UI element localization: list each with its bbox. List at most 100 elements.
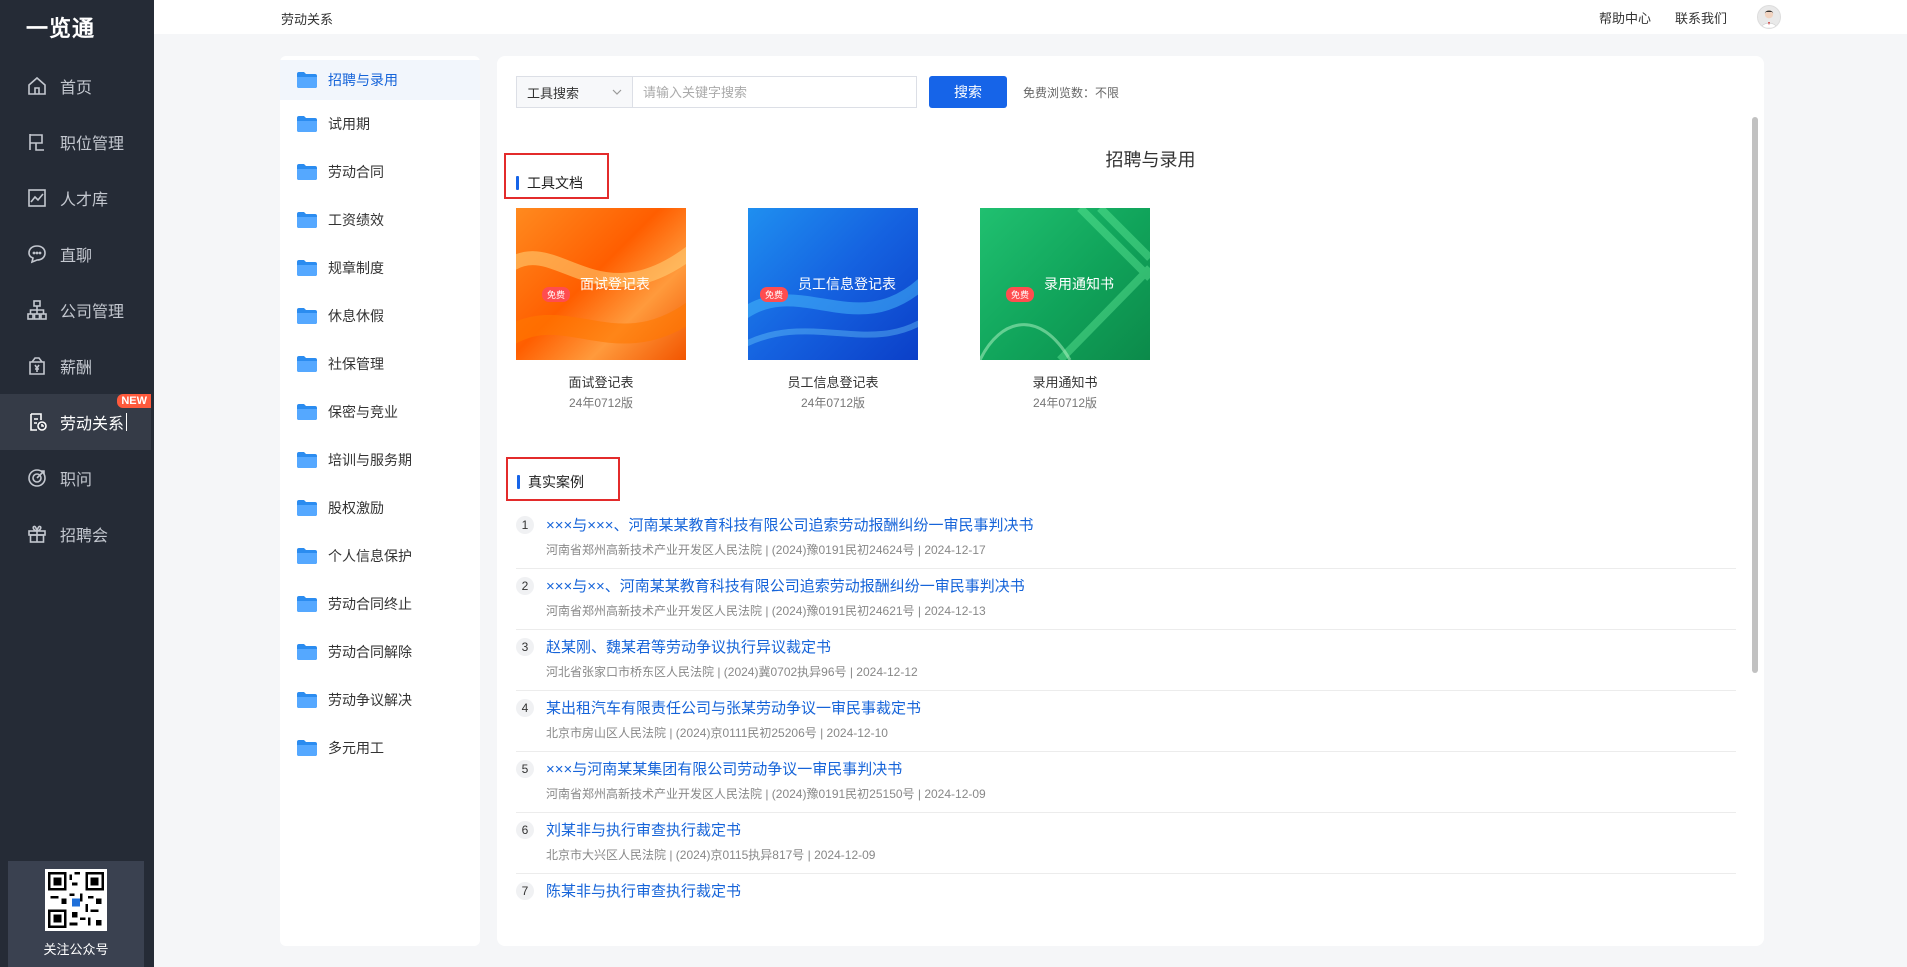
search-type-select[interactable]: 工具搜索 [516, 76, 632, 108]
thumb-text: 员工信息登记表 [798, 276, 896, 292]
search-row: 工具搜索 搜索 免费浏览数：不限 [516, 76, 1119, 108]
tool-card-employee-info-form[interactable]: 免费 员工信息登记表 员工信息登记表 24年0712版 [748, 208, 918, 411]
nav-list: 首页 职位管理 人才库 直聊 公司管理 薪酬 劳动关系 NEW 职问 招聘会 [0, 58, 154, 562]
free-browse-note: 免费浏览数：不限 [1023, 85, 1120, 100]
case-title-link[interactable]: 陈某非与执行审查执行裁定书 [546, 880, 741, 901]
nav-label: 职位管理 [60, 136, 125, 153]
contact-us-link[interactable]: 联系我们 [1675, 8, 1727, 27]
free-tag: 免费 [541, 286, 570, 302]
category-item[interactable]: 保密与竞业 [280, 388, 480, 436]
nav-item-salary[interactable]: 薪酬 [0, 338, 154, 394]
case-row: 5 ×××与河南某某集团有限公司劳动争议一审民事判决书 河南省郑州高新技术产业开发区… [516, 752, 1736, 813]
category-item[interactable]: 招聘与录用 [280, 60, 480, 100]
category-item[interactable]: 股权激励 [280, 484, 480, 532]
case-title-link[interactable]: 赵某刚、魏某君等劳动争议执行异议裁定书 [546, 636, 831, 657]
folder-icon [297, 164, 317, 180]
nav-item-labor-relations[interactable]: 劳动关系 NEW [0, 394, 151, 450]
new-badge: NEW [117, 394, 151, 408]
category-item[interactable]: 多元用工 [280, 724, 480, 772]
case-row: 4 某出租汽车有限责任公司与张某劳动争议一审民事裁定书北京市房山区人民法院 | (… [516, 691, 1736, 752]
tool-card-offer-letter[interactable]: 免费 录用通知书 录用通知书 24年0712版 [980, 208, 1150, 411]
case-number: 2 [516, 577, 534, 595]
nav-label: 招聘会 [60, 528, 109, 545]
breadcrumb: 劳动关系 [281, 12, 334, 27]
nav-item-talent[interactable]: 人才库 [0, 170, 154, 226]
nav-item-jobs[interactable]: 职位管理 [0, 114, 154, 170]
category-item[interactable]: 劳动合同解除 [280, 628, 480, 676]
case-row: 7 陈某非与执行审查执行裁定书 [516, 874, 1736, 904]
nav-item-ask[interactable]: 职问 [0, 450, 154, 506]
nav-label: 首页 [60, 80, 93, 97]
folder-icon [297, 548, 317, 564]
case-meta: 北京市房山区人民法院 | (2024)京0111民初25206号 | 2024-… [546, 726, 888, 740]
case-title-link[interactable]: ×××与河南某某集团有限公司劳动争议一审民事判决书 [546, 758, 902, 779]
qr-code [45, 869, 107, 931]
category-item[interactable]: 规章制度 [280, 244, 480, 292]
nav-item-job-fair[interactable]: 招聘会 [0, 506, 154, 562]
wechat-qr-panel: 关注公众号 [8, 861, 144, 967]
category-label: 规章制度 [328, 260, 384, 276]
case-meta: 河南省郑州高新技术产业开发区人民法院 | (2024)豫0191民初25150号… [546, 787, 986, 801]
user-avatar-icon [1761, 10, 1777, 28]
category-label: 劳动合同 [328, 164, 384, 180]
category-item[interactable]: 培训与服务期 [280, 436, 480, 484]
category-label: 保密与竞业 [328, 404, 398, 420]
category-label: 多元用工 [328, 740, 384, 756]
case-title-link[interactable]: ×××与××、河南某某教育科技有限公司追索劳动报酬纠纷一审民事判决书 [546, 575, 1025, 596]
case-title-link[interactable]: 刘某非与执行审查执行裁定书 [546, 819, 741, 840]
folder-icon [297, 404, 317, 420]
nav-item-home[interactable]: 首页 [0, 58, 154, 114]
chevron-down-icon [612, 89, 622, 95]
free-tag: 免费 [759, 286, 788, 302]
avatar[interactable] [1757, 5, 1781, 29]
case-title-link[interactable]: 某出租汽车有限责任公司与张某劳动争议一审民事裁定书 [546, 697, 921, 718]
folder-icon [297, 212, 317, 228]
search-input[interactable] [632, 76, 917, 108]
org-icon [26, 299, 48, 321]
case-number: 4 [516, 699, 534, 717]
case-meta: 北京市大兴区人民法院 | (2024)京0115执异817号 | 2024-12… [546, 848, 876, 862]
nav-label: 劳动关系 [60, 416, 125, 433]
section-title-tools: 工具文档 [516, 173, 583, 193]
folder-icon [297, 356, 317, 372]
category-item[interactable]: 劳动争议解决 [280, 676, 480, 724]
search-button[interactable]: 搜索 [929, 76, 1007, 108]
category-label: 劳动争议解决 [328, 692, 412, 708]
card-thumbnail: 免费 录用通知书 [980, 208, 1150, 360]
nav-item-chat[interactable]: 直聊 [0, 226, 154, 282]
case-list: 1 ×××与×××、河南某某教育科技有限公司追索劳动报酬纠纷一审民事判决书 河南省郑… [516, 508, 1736, 904]
help-center-link[interactable]: 帮助中心 [1599, 8, 1651, 27]
category-item[interactable]: 休息休假 [280, 292, 480, 340]
category-item[interactable]: 社保管理 [280, 340, 480, 388]
nav-label: 薪酬 [60, 360, 93, 377]
folder-icon [297, 596, 317, 612]
app-logo[interactable]: 一览通 [0, 0, 154, 54]
scrollbar[interactable] [1752, 117, 1758, 673]
page-title: 招聘与录用 [1105, 150, 1196, 170]
category-panel: 招聘与录用试用期劳动合同工资绩效规章制度休息休假 社保管理保密与竞业培训与服务期股… [280, 56, 480, 946]
category-item[interactable]: 劳动合同 [280, 148, 480, 196]
case-meta: 河北省张家口市桥东区人民法院 | (2024)冀0702执异96号 | 2024… [546, 665, 918, 679]
folder-icon [297, 452, 317, 468]
section-title-text: 真实案例 [528, 474, 584, 490]
case-row: 6 刘某非与执行审查执行裁定书 北京市大兴区人民法院 | (2024)京0115执异… [516, 813, 1736, 874]
tool-card-interview-form[interactable]: 免费 面试登记表 面试登记表 24年0712版 [516, 208, 686, 411]
category-label: 招聘与录用 [328, 72, 398, 88]
main-panel: 工具搜索 搜索 免费浏览数：不限 招聘与录用 工具文档 免费 面试登记表 面试登… [497, 56, 1764, 946]
nav-item-company[interactable]: 公司管理 [0, 282, 154, 338]
case-row: 1 ×××与×××、河南某某教育科技有限公司追索劳动报酬纠纷一审民事判决书 河南省郑… [516, 508, 1736, 569]
nav-label: 职问 [60, 472, 93, 489]
thumb-text: 录用通知书 [1044, 276, 1114, 292]
salary-icon [26, 355, 48, 377]
case-row: 2 ×××与××、河南某某教育科技有限公司追索劳动报酬纠纷一审民事判决书 河南省郑州… [516, 569, 1736, 630]
case-meta: 河南省郑州高新技术产业开发区人民法院 | (2024)豫0191民初24624号… [546, 543, 986, 557]
top-links: 帮助中心 联系我们 [1599, 0, 1907, 34]
category-item[interactable]: 劳动合同终止 [280, 580, 480, 628]
category-item[interactable]: 工资绩效 [280, 196, 480, 244]
case-number: 3 [516, 638, 534, 656]
category-label: 试用期 [328, 116, 370, 132]
home-icon [26, 75, 48, 97]
case-title-link[interactable]: ×××与×××、河南某某教育科技有限公司追索劳动报酬纠纷一审民事判决书 [546, 514, 1034, 535]
category-item[interactable]: 个人信息保护 [280, 532, 480, 580]
category-item[interactable]: 试用期 [280, 100, 480, 148]
